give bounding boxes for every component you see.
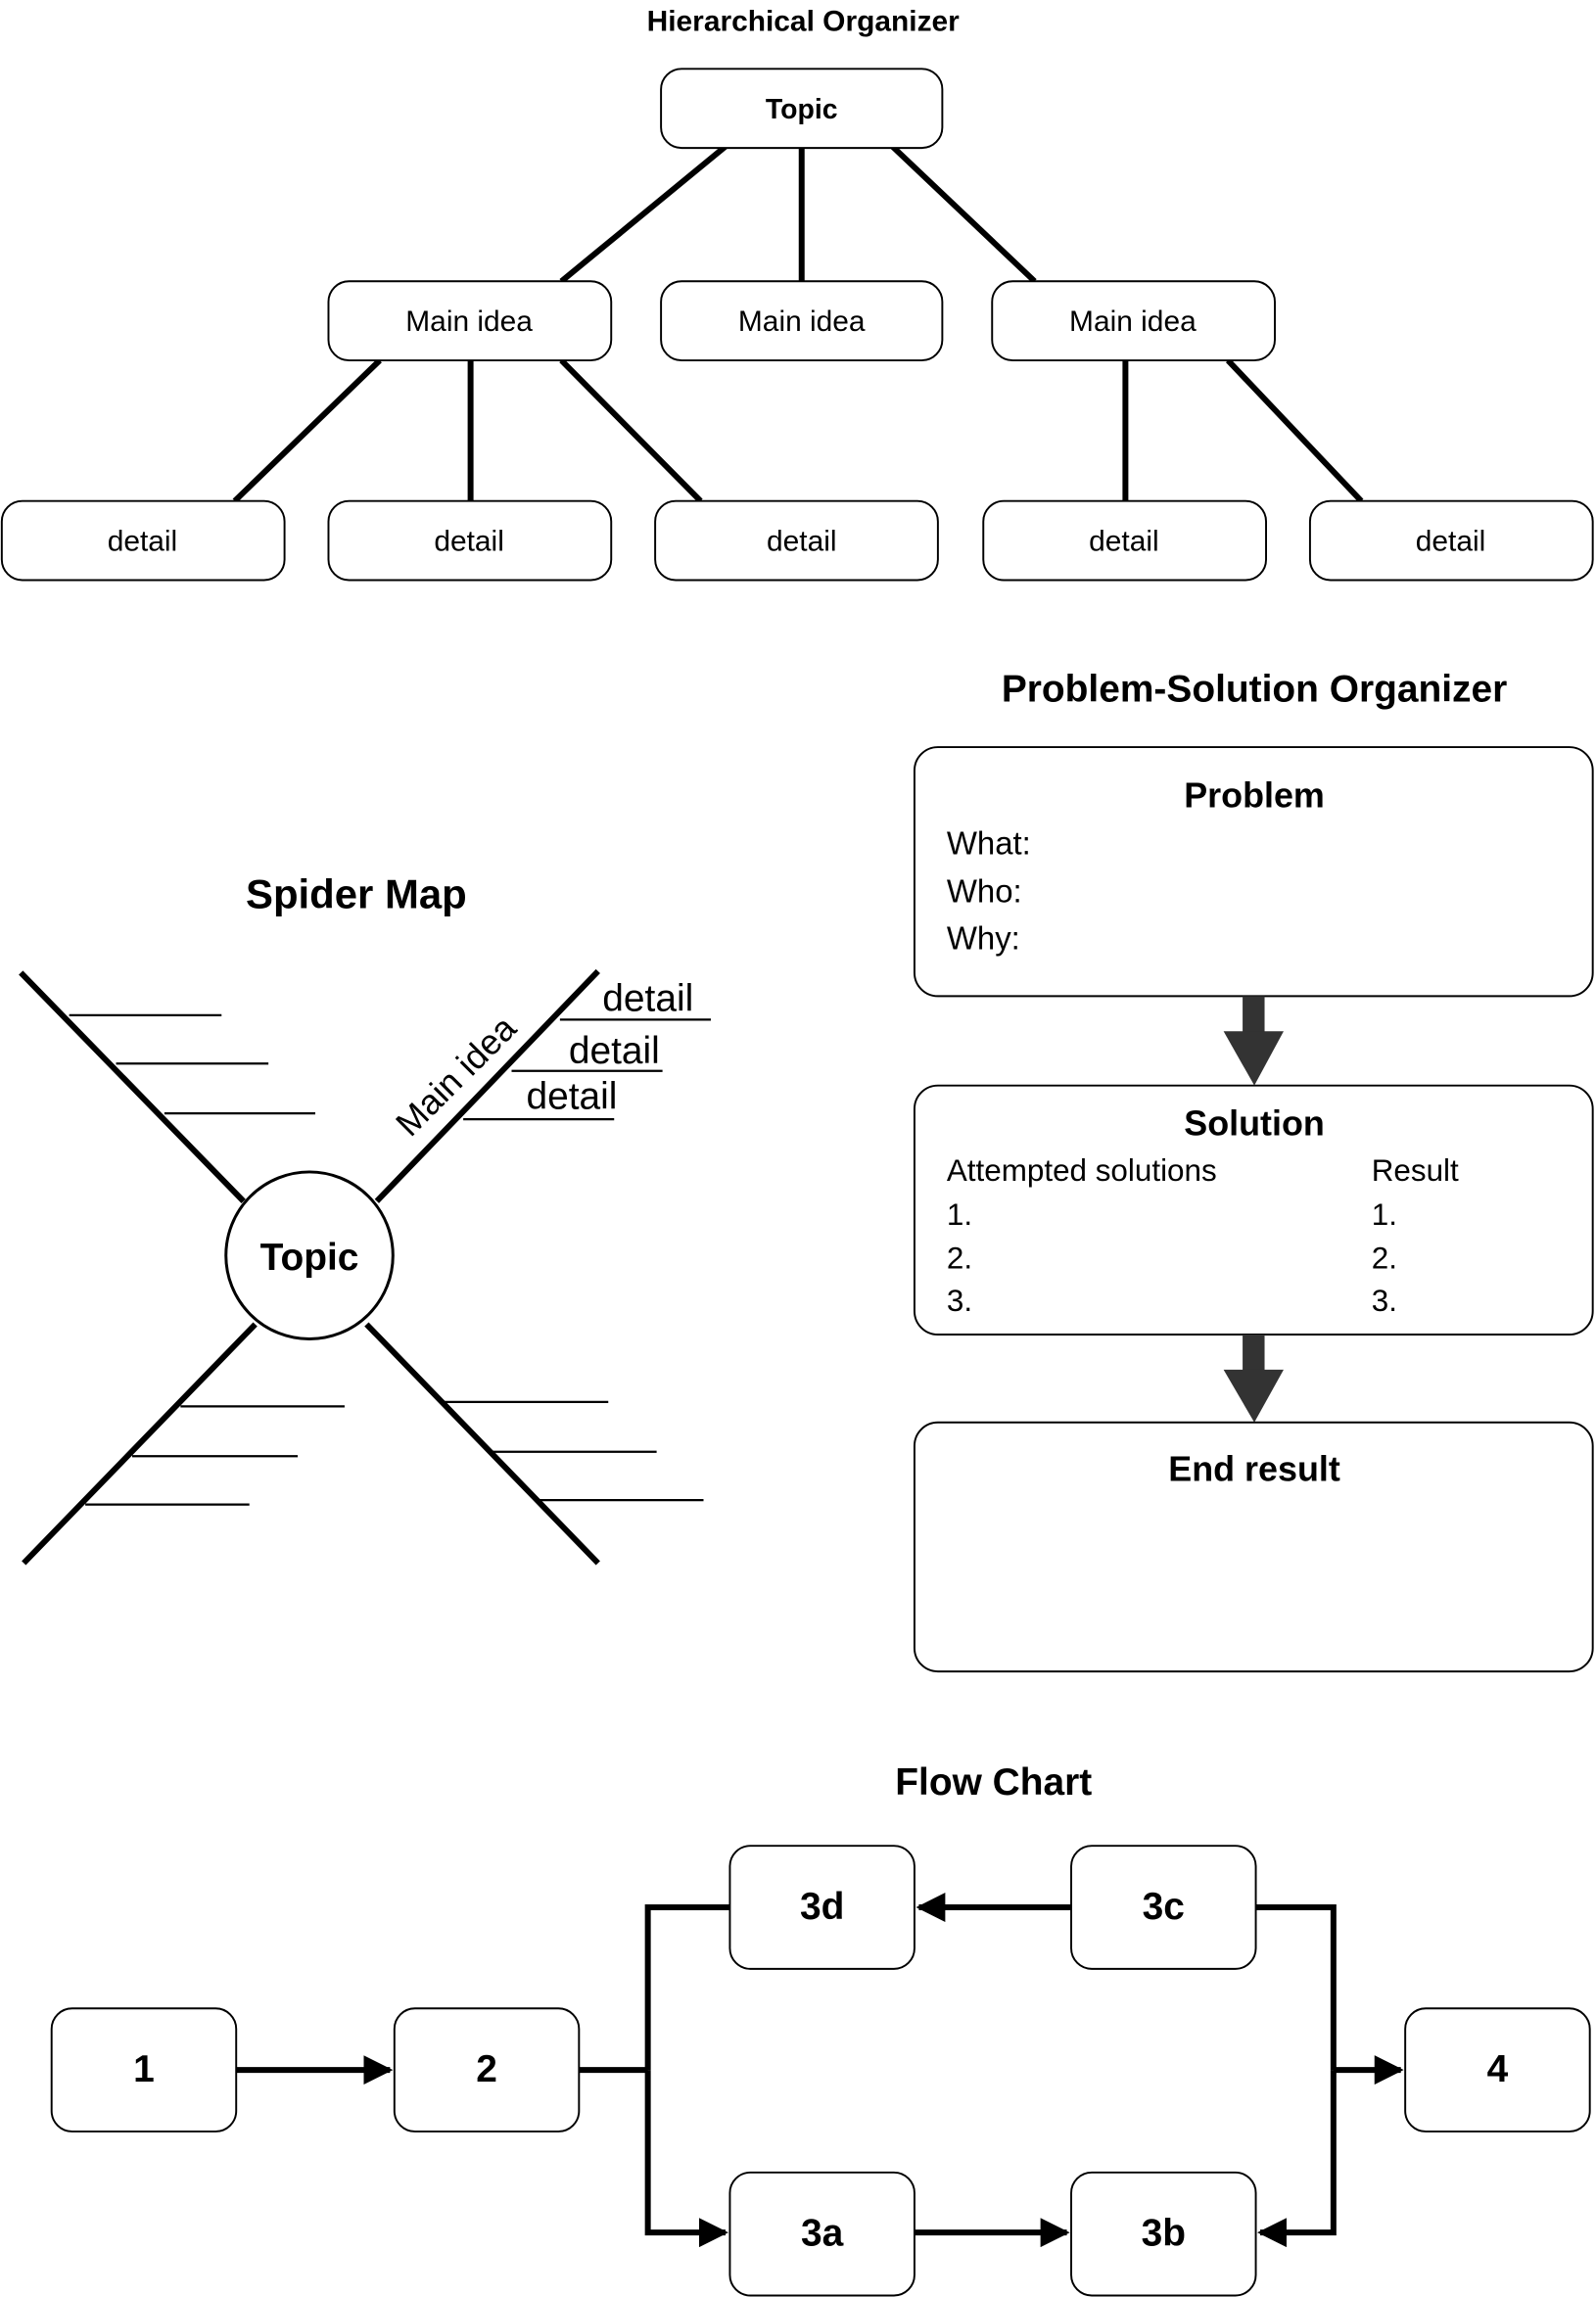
flow-step-3a: 3a xyxy=(728,2171,915,2297)
detail-node: detail xyxy=(327,499,613,582)
main-idea-label: Main idea xyxy=(1069,305,1197,338)
main-idea-node: Main idea xyxy=(660,280,944,362)
flow-arrow-to-3b xyxy=(1257,2070,1337,2248)
connector-main3-detail5 xyxy=(1225,358,1364,503)
spider-leg-lower-left xyxy=(22,1322,258,1566)
result-header: Result xyxy=(1372,1153,1459,1188)
main-idea-node: Main idea xyxy=(991,280,1276,362)
flow-connector-branch-to-3d xyxy=(644,1904,730,2071)
spider-topic-label: Topic xyxy=(260,1237,359,1279)
flow-step-label: 3a xyxy=(801,2213,844,2255)
main-idea-label: Main idea xyxy=(738,305,866,338)
detail-label: detail xyxy=(767,526,837,558)
graphic-organizers-canvas: Hierarchical Organizer Topic Main idea M… xyxy=(0,5,1594,2297)
detail-label: detail xyxy=(108,526,178,558)
flow-step-2: 2 xyxy=(393,2007,581,2133)
flow-step-3b: 3b xyxy=(1070,2171,1257,2297)
end-result-box: End result xyxy=(913,1421,1594,1673)
spider-main-idea-label: Main idea xyxy=(389,1008,524,1144)
problem-solution-title: Problem-Solution Organizer xyxy=(1002,669,1507,711)
problem-why: Why: xyxy=(947,920,1020,957)
down-arrow-icon xyxy=(1223,996,1284,1086)
down-arrow-icon xyxy=(1223,1335,1284,1423)
problem-what: What: xyxy=(947,824,1031,861)
flow-step-3d: 3d xyxy=(728,1845,915,1970)
detail-node: detail xyxy=(0,499,286,582)
topic-label: Topic xyxy=(766,94,838,125)
result-item: 3. xyxy=(1372,1284,1397,1318)
connector-main1-detail3 xyxy=(559,357,703,503)
detail-node: detail xyxy=(654,499,939,582)
hierarchical-organizer: Hierarchical Organizer Topic Main idea M… xyxy=(0,5,1594,582)
spider-topic-node: Topic xyxy=(224,1170,395,1340)
spider-map-title: Spider Map xyxy=(246,871,467,917)
spider-detail-label: detail xyxy=(569,1030,660,1072)
detail-node: detail xyxy=(982,499,1267,582)
result-item: 1. xyxy=(1372,1197,1397,1232)
solution-box: Solution Attempted solutions Result 1. 2… xyxy=(913,1084,1594,1336)
spider-map: Spider Map Main idea detail detail detai… xyxy=(19,871,711,1566)
connector-main1-detail1 xyxy=(232,357,382,503)
problem-solution-organizer: Problem-Solution Organizer Problem What:… xyxy=(913,669,1594,1673)
attempted-item: 1. xyxy=(947,1197,972,1232)
solution-heading: Solution xyxy=(1184,1104,1325,1144)
topic-node: Topic xyxy=(660,68,944,150)
flow-step-1: 1 xyxy=(50,2007,238,2133)
flow-step-label: 2 xyxy=(476,2048,497,2090)
connector-topic-main3 xyxy=(890,144,1037,284)
detail-label: detail xyxy=(434,526,504,558)
flow-step-label: 4 xyxy=(1487,2048,1509,2090)
spider-detail-label: detail xyxy=(602,977,693,1019)
flow-step-label: 3d xyxy=(800,1886,844,1928)
flow-chart: Flow Chart 1 2 3d 3c 3a 3b 4 xyxy=(50,1761,1591,2297)
detail-label: detail xyxy=(1089,526,1159,558)
flow-step-label: 3b xyxy=(1142,2213,1186,2255)
problem-who: Who: xyxy=(947,873,1022,910)
main-idea-label: Main idea xyxy=(405,305,533,338)
flow-connector-3c-merge xyxy=(1255,1904,1337,2071)
flow-step-label: 1 xyxy=(133,2048,155,2090)
flow-step-3c: 3c xyxy=(1070,1845,1257,1970)
end-result-heading: End result xyxy=(1168,1450,1340,1489)
main-idea-node: Main idea xyxy=(327,280,613,362)
flow-step-4: 4 xyxy=(1404,2007,1591,2133)
problem-heading: Problem xyxy=(1184,775,1325,815)
attempted-item: 3. xyxy=(947,1284,972,1318)
result-item: 2. xyxy=(1372,1242,1397,1276)
flow-step-label: 3c xyxy=(1143,1886,1185,1928)
flow-chart-title: Flow Chart xyxy=(895,1761,1092,1804)
problem-box: Problem What: Who: Why: xyxy=(913,746,1594,998)
detail-label: detail xyxy=(1416,526,1486,558)
flow-arrow-branch-to-3a xyxy=(644,2070,728,2248)
spider-detail-label: detail xyxy=(526,1076,617,1118)
detail-node: detail xyxy=(1308,499,1594,582)
attempted-item: 2. xyxy=(947,1242,972,1276)
spider-leg-lower-right xyxy=(364,1322,600,1566)
connector-topic-main1 xyxy=(559,144,728,284)
spider-leg-upper-left xyxy=(19,970,246,1203)
hierarchical-title: Hierarchical Organizer xyxy=(647,5,961,37)
attempted-solutions-header: Attempted solutions xyxy=(947,1153,1217,1188)
